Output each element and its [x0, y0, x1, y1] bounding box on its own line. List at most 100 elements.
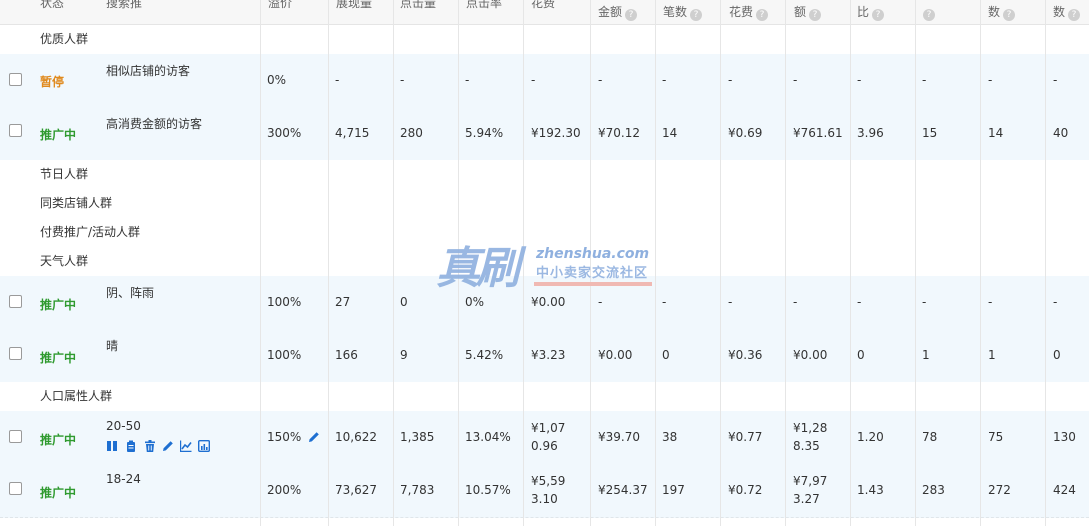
column-divider — [393, 0, 394, 526]
table-header: 状态 搜索推 溢价 展现量 点击量 点击率 花费 金额? 笔数? 花费? 额? … — [0, 0, 1089, 25]
chart-icon[interactable] — [180, 440, 192, 452]
ctr: 5.94% — [465, 126, 504, 140]
cost-line2: 0.96 — [531, 439, 558, 453]
premium: 200% — [267, 483, 302, 497]
col12-value: 1 — [922, 348, 930, 362]
help-icon[interactable]: ? — [1003, 9, 1016, 21]
amount: ¥0.00 — [598, 348, 633, 362]
edit-icon[interactable] — [162, 440, 174, 452]
group-row: 天气人群 — [0, 247, 1089, 277]
column-divider — [590, 0, 591, 526]
help-icon[interactable]: ? — [872, 9, 885, 21]
col-12: ? — [920, 0, 935, 24]
crowd-name: 相似店铺的访客 — [106, 64, 191, 78]
col12-value: - — [922, 295, 927, 309]
gmv: ¥0.00 — [793, 348, 828, 362]
help-icon[interactable]: ? — [690, 9, 703, 21]
clicks: 280 — [400, 126, 423, 140]
table-row: 推广中 晴 100% 166 9 5.42% ¥3.23 ¥0.00 0 ¥0.… — [0, 329, 1089, 383]
ratio: 1.43 — [857, 483, 884, 497]
group-row: 人口属性人群 — [0, 382, 1089, 412]
group-label: 天气人群 — [40, 254, 89, 268]
col13-value: - — [988, 73, 993, 87]
group-label: 节日人群 — [40, 167, 89, 181]
gmv: - — [793, 295, 798, 309]
table-row: 推广中 18-24 200% 73,627 7,783 10.57% ¥5,59… — [0, 464, 1089, 518]
column-divider — [523, 0, 524, 526]
report-icon[interactable] — [198, 440, 210, 452]
row-checkbox[interactable] — [9, 430, 22, 443]
impressions: 27 — [335, 295, 351, 309]
status-label[interactable]: 推广中 — [40, 126, 76, 143]
row-checkbox[interactable] — [9, 124, 22, 137]
col-gmv: 额? — [794, 0, 822, 24]
count: - — [662, 73, 667, 87]
cost: ¥3.23 — [531, 348, 566, 362]
premium: 100% — [267, 295, 302, 309]
gmv: - — [793, 73, 798, 87]
cpc: ¥0.69 — [728, 126, 763, 140]
group-row: 付费推广/活动人群 — [0, 218, 1089, 248]
column-divider — [720, 0, 721, 526]
cpc: ¥0.77 — [728, 430, 763, 444]
crowd-name: 20-50 — [106, 419, 141, 433]
group-label: 同类店铺人群 — [40, 196, 113, 210]
column-divider — [850, 0, 851, 526]
count: 38 — [662, 430, 678, 444]
amount: ¥70.12 — [598, 126, 640, 140]
amount: ¥254.37 — [598, 483, 648, 497]
table-row: 暂停 相似店铺的访客 0% - - - - - - - - - - - - — [0, 54, 1089, 108]
col-impressions: 展现量 — [336, 0, 373, 10]
clipboard-icon[interactable] — [125, 440, 137, 452]
ctr: 0% — [465, 295, 485, 309]
impressions: 4,715 — [335, 126, 370, 140]
column-divider — [785, 0, 786, 526]
cost-line1: ¥5,59 — [531, 474, 566, 488]
cpc: - — [728, 73, 733, 87]
status-label[interactable]: 推广中 — [40, 296, 76, 313]
col12-value: 283 — [922, 483, 945, 497]
premium: 100% — [267, 348, 302, 362]
help-icon[interactable]: ? — [756, 9, 769, 21]
row-checkbox[interactable] — [9, 73, 22, 86]
status-label[interactable]: 推广中 — [40, 431, 76, 448]
group-label: 付费推广/活动人群 — [40, 225, 141, 239]
status-label[interactable]: 暂停 — [40, 73, 64, 90]
col12-value: 78 — [922, 430, 938, 444]
row-checkbox[interactable] — [9, 295, 22, 308]
table-row: 推广中 阴、阵雨 100% 27 0 0% ¥0.00 - - - - - - … — [0, 276, 1089, 330]
row-checkbox[interactable] — [9, 482, 22, 495]
col12-value: 15 — [922, 126, 938, 140]
status-label[interactable]: 推广中 — [40, 349, 76, 366]
col-ratio: 比? — [857, 0, 885, 24]
col-cost: 花费 — [531, 0, 556, 10]
crowd-name: 阴、阵雨 — [106, 286, 155, 300]
cost: ¥192.30 — [531, 126, 581, 140]
impressions: 73,627 — [335, 483, 377, 497]
cpc: ¥0.72 — [728, 483, 763, 497]
table-row: 推广中 20-50 150% 10,622 1,385 13.04% ¥1,07… — [0, 411, 1089, 465]
help-icon[interactable]: ? — [809, 9, 822, 21]
row-checkbox[interactable] — [9, 347, 22, 360]
edit-icon[interactable] — [308, 431, 320, 443]
col14-value: - — [1053, 73, 1058, 87]
cost-line1: ¥1,07 — [531, 421, 566, 435]
col-cpc: 花费? — [729, 0, 769, 24]
col13-value: - — [988, 295, 993, 309]
trash-icon[interactable] — [144, 440, 156, 452]
gmv-line1: ¥7,97 — [793, 474, 828, 488]
column-divider — [328, 0, 329, 526]
help-icon[interactable]: ? — [923, 9, 935, 21]
ctr: 10.57% — [465, 483, 511, 497]
status-label[interactable]: 推广中 — [40, 484, 76, 501]
col12-value: - — [922, 73, 927, 87]
crowd-name: 晴 — [106, 339, 119, 353]
col-status: 状态 — [40, 0, 65, 10]
col-clicks: 点击量 — [400, 0, 437, 10]
gmv-line2: 8.35 — [793, 439, 820, 453]
help-icon[interactable]: ? — [1068, 9, 1081, 21]
help-icon[interactable]: ? — [625, 9, 638, 21]
count: 14 — [662, 126, 678, 140]
pause-icon[interactable] — [106, 440, 118, 452]
impressions: 166 — [335, 348, 358, 362]
